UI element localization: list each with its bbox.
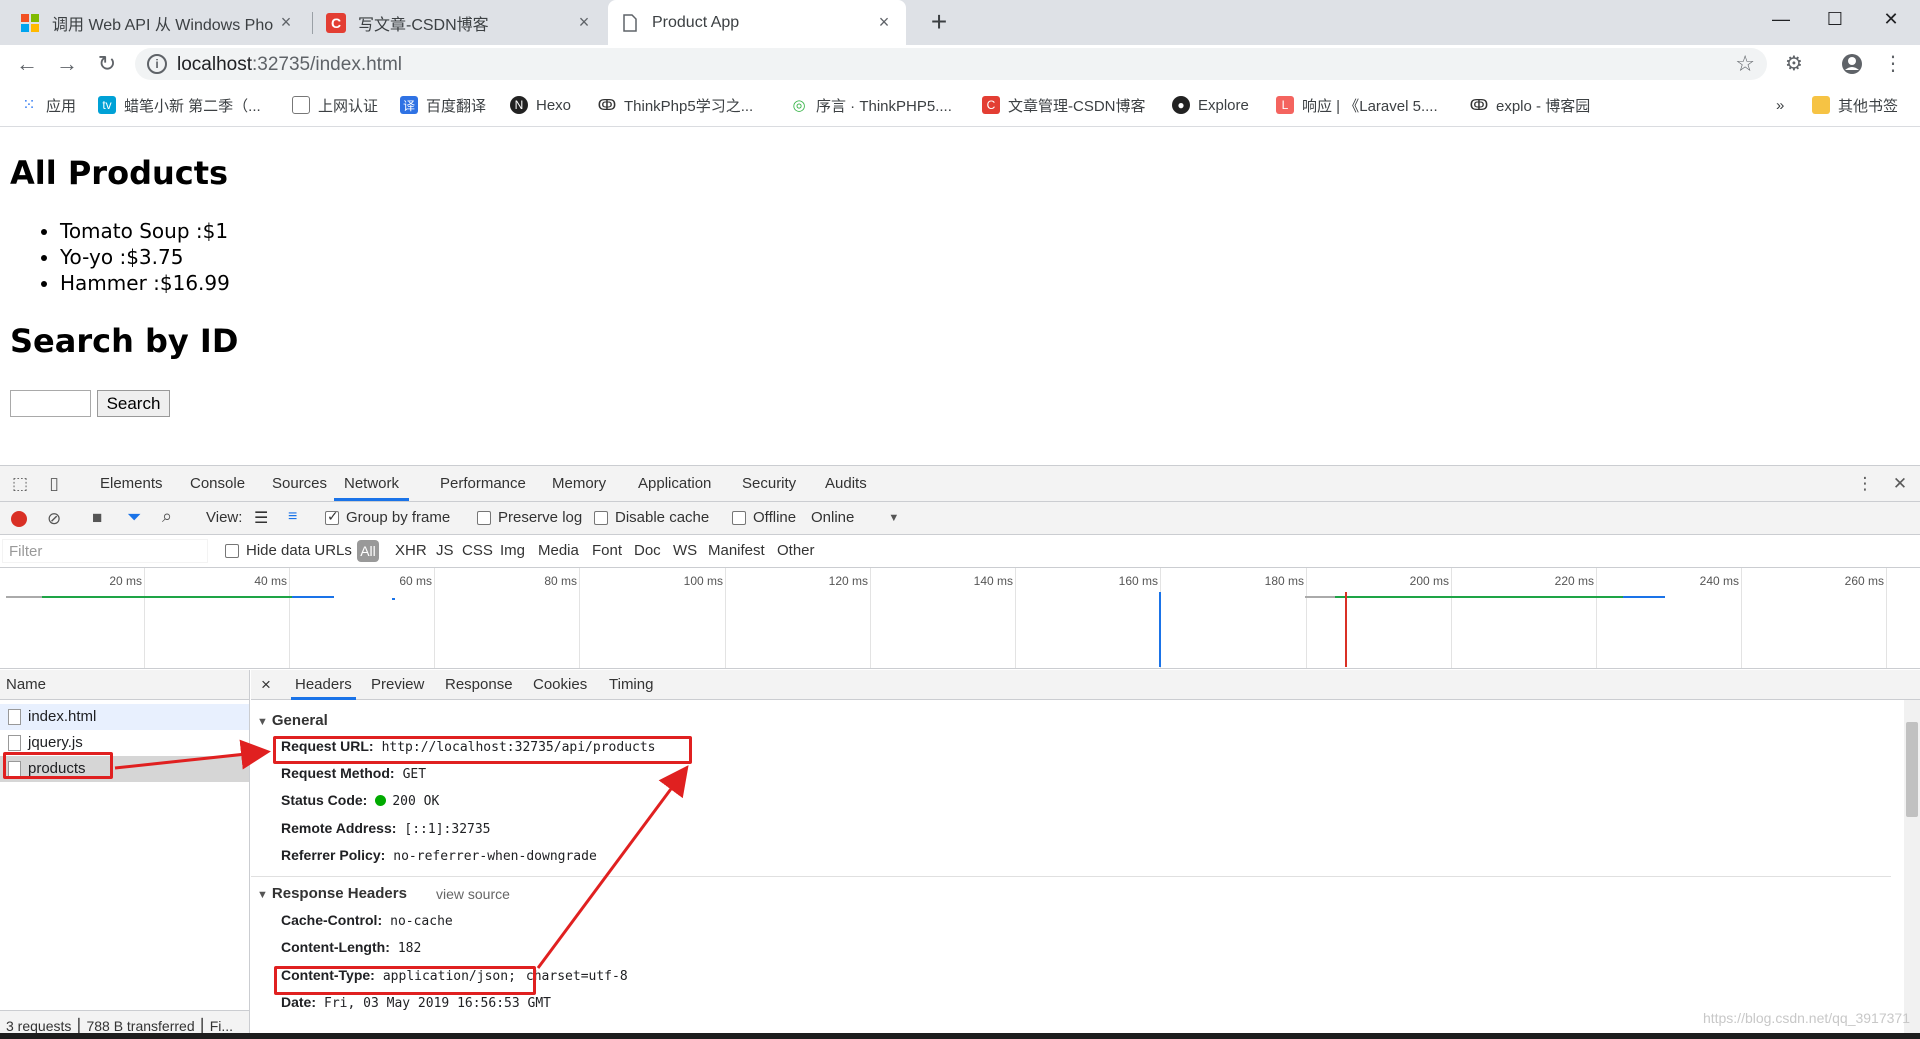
watermark-text: https://blog.csdn.net/qq_3917371 (1702, 1010, 1910, 1026)
arrow-content-type-to-url (536, 765, 689, 969)
arrow-to-request-url (114, 739, 271, 770)
os-taskbar-edge (0, 1033, 1920, 1039)
browser-window: 调用 Web API 从 Windows Pho × C 写文章-CSDN博客 … (0, 0, 1920, 1039)
annotation-arrows (114, 739, 689, 969)
